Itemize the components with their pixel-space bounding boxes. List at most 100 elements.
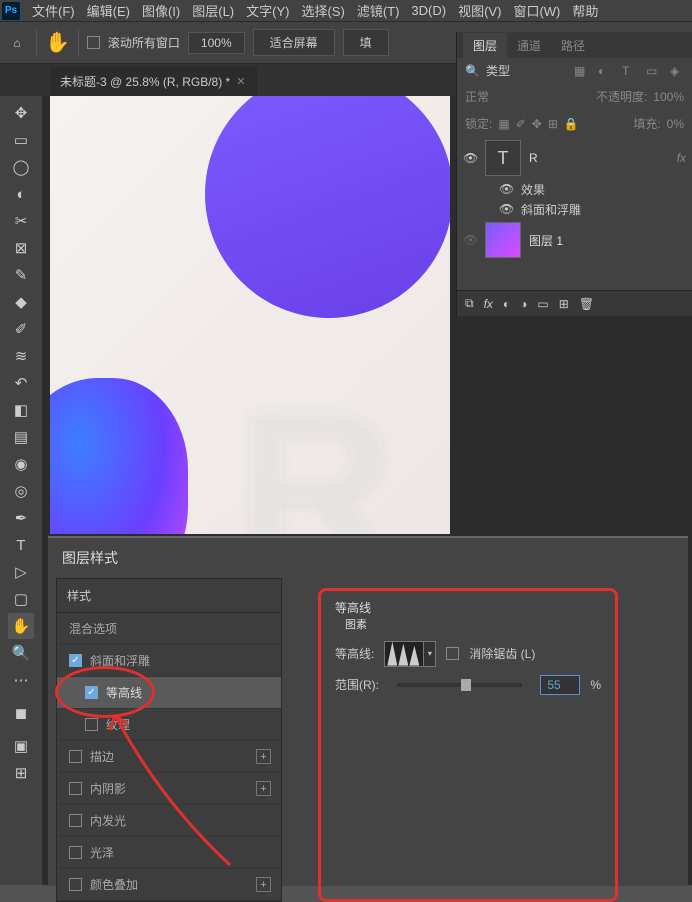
checkbox[interactable]	[69, 750, 82, 763]
add-icon[interactable]: +	[256, 781, 271, 796]
menu-window[interactable]: 窗口(W)	[507, 0, 566, 22]
screen-mode[interactable]: ⊞	[8, 760, 34, 786]
contour-picker[interactable]: ▾	[384, 641, 436, 667]
lasso-tool[interactable]: ◯	[8, 154, 34, 180]
filter-pixel-icon[interactable]: ▦	[574, 64, 588, 78]
history-brush-tool[interactable]: ↶	[8, 370, 34, 396]
pen-tool[interactable]: ✒	[8, 505, 34, 531]
checkbox[interactable]	[69, 814, 82, 827]
range-slider[interactable]	[397, 683, 522, 687]
effect-bevel-row[interactable]: 👁 斜面和浮雕	[457, 199, 692, 219]
tab-channels[interactable]: 通道	[507, 33, 551, 58]
style-stroke[interactable]: 描边 +	[57, 741, 281, 773]
filter-adjust-icon[interactable]: ◐	[598, 64, 612, 78]
healing-tool[interactable]: ◆	[8, 289, 34, 315]
brush-tool[interactable]: ✐	[8, 316, 34, 342]
hand-tool[interactable]: ✋	[8, 613, 34, 639]
blur-tool[interactable]: ◉	[8, 451, 34, 477]
zoom-level[interactable]: 100%	[188, 32, 245, 54]
menu-filter[interactable]: 滤镜(T)	[351, 0, 406, 22]
chevron-down-icon[interactable]: ▾	[424, 641, 436, 667]
delete-icon[interactable]: 🗑	[579, 297, 594, 311]
quick-mask-toggle[interactable]: ▣	[8, 733, 34, 759]
document-tab[interactable]: 未标题-3 @ 25.8% (R, RGB/8) * ✕	[50, 67, 257, 96]
menu-image[interactable]: 图像(I)	[136, 0, 186, 22]
checkbox[interactable]	[69, 846, 82, 859]
style-texture[interactable]: 纹理	[57, 709, 281, 741]
eyedropper-tool[interactable]: ✎	[8, 262, 34, 288]
tab-layers[interactable]: 图层	[463, 33, 507, 58]
move-tool[interactable]: ✥	[8, 100, 34, 126]
style-contour[interactable]: ✓ 等高线	[57, 677, 281, 709]
crop-tool[interactable]: ✂	[8, 208, 34, 234]
effects-label-row[interactable]: 👁 效果	[457, 179, 692, 199]
menu-edit[interactable]: 编辑(E)	[81, 0, 136, 22]
layer-row-1[interactable]: 👁 图层 1	[457, 219, 692, 261]
range-input[interactable]: 55	[540, 675, 580, 695]
path-tool[interactable]: ▷	[8, 559, 34, 585]
style-inner-shadow[interactable]: 内阴影 +	[57, 773, 281, 805]
visibility-icon[interactable]: 👁	[463, 151, 477, 165]
antialias-checkbox[interactable]	[446, 647, 459, 660]
visibility-icon[interactable]: 👁	[499, 182, 513, 196]
eraser-tool[interactable]: ◧	[8, 397, 34, 423]
quick-select-tool[interactable]: ◐	[8, 181, 34, 207]
edit-toolbar[interactable]: ⋯	[8, 667, 34, 693]
checkbox[interactable]	[69, 782, 82, 795]
opacity-value[interactable]: 100%	[653, 90, 684, 104]
menu-view[interactable]: 视图(V)	[452, 0, 507, 22]
checkbox[interactable]	[85, 718, 98, 731]
adjustment-icon[interactable]: ◑	[520, 297, 527, 311]
fill-value[interactable]: 0%	[667, 117, 684, 131]
visibility-icon[interactable]: 👁	[463, 233, 477, 247]
lock-position-icon[interactable]: ✥	[532, 117, 542, 131]
lock-brush-icon[interactable]: ✐	[516, 117, 526, 131]
dodge-tool[interactable]: ◎	[8, 478, 34, 504]
style-blending-options[interactable]: 混合选项	[57, 613, 281, 645]
menu-help[interactable]: 帮助	[566, 0, 604, 22]
tab-paths[interactable]: 路径	[551, 33, 595, 58]
fit-screen-button[interactable]: 适合屏幕	[253, 29, 335, 56]
foreground-background-colors[interactable]: ◼	[8, 700, 34, 726]
zoom-tool[interactable]: 🔍	[8, 640, 34, 666]
lock-all-icon[interactable]: 🔒	[564, 117, 579, 131]
style-satin[interactable]: 光泽	[57, 837, 281, 869]
scroll-all-checkbox[interactable]	[87, 36, 100, 49]
lock-pixels-icon[interactable]: ▦	[498, 117, 509, 131]
fx-icon[interactable]: fx	[677, 151, 686, 165]
rectangle-tool[interactable]: ▢	[8, 586, 34, 612]
filter-type-icon[interactable]: T	[622, 64, 636, 78]
lock-artboard-icon[interactable]: ⊞	[548, 117, 558, 131]
fx-menu-icon[interactable]: fx	[484, 297, 493, 311]
mask-icon[interactable]: ◐	[503, 297, 510, 311]
gradient-tool[interactable]: ▤	[8, 424, 34, 450]
filter-type-label[interactable]: 类型	[486, 62, 510, 79]
menu-file[interactable]: 文件(F)	[26, 0, 81, 22]
checkbox-on[interactable]: ✓	[85, 686, 98, 699]
group-icon[interactable]: ▭	[537, 297, 548, 311]
close-icon[interactable]: ✕	[236, 75, 245, 88]
checkbox-on[interactable]: ✓	[69, 654, 82, 667]
visibility-icon[interactable]: 👁	[499, 202, 513, 216]
filter-shape-icon[interactable]: ▭	[646, 64, 660, 78]
home-icon[interactable]: ⌂	[6, 32, 28, 54]
frame-tool[interactable]: ⊠	[8, 235, 34, 261]
link-layers-icon[interactable]: ⧉	[465, 296, 474, 311]
style-color-overlay[interactable]: 颜色叠加 +	[57, 869, 281, 901]
stamp-tool[interactable]: ≋	[8, 343, 34, 369]
menu-type[interactable]: 文字(Y)	[240, 0, 295, 22]
marquee-tool[interactable]: ▭	[8, 127, 34, 153]
layer-row-r[interactable]: 👁 T R fx	[457, 137, 692, 179]
type-tool[interactable]: T	[8, 532, 34, 558]
document-canvas[interactable]: R	[50, 96, 450, 534]
menu-layer[interactable]: 图层(L)	[186, 0, 240, 22]
menu-select[interactable]: 选择(S)	[295, 0, 350, 22]
style-bevel[interactable]: ✓ 斜面和浮雕	[57, 645, 281, 677]
new-layer-icon[interactable]: ⊞	[559, 297, 569, 311]
menu-3d[interactable]: 3D(D)	[405, 1, 452, 20]
blend-mode-select[interactable]: 正常	[465, 88, 489, 105]
filter-smart-icon[interactable]: ◈	[670, 64, 684, 78]
style-inner-glow[interactable]: 内发光	[57, 805, 281, 837]
add-icon[interactable]: +	[256, 749, 271, 764]
slider-handle[interactable]	[461, 679, 471, 691]
